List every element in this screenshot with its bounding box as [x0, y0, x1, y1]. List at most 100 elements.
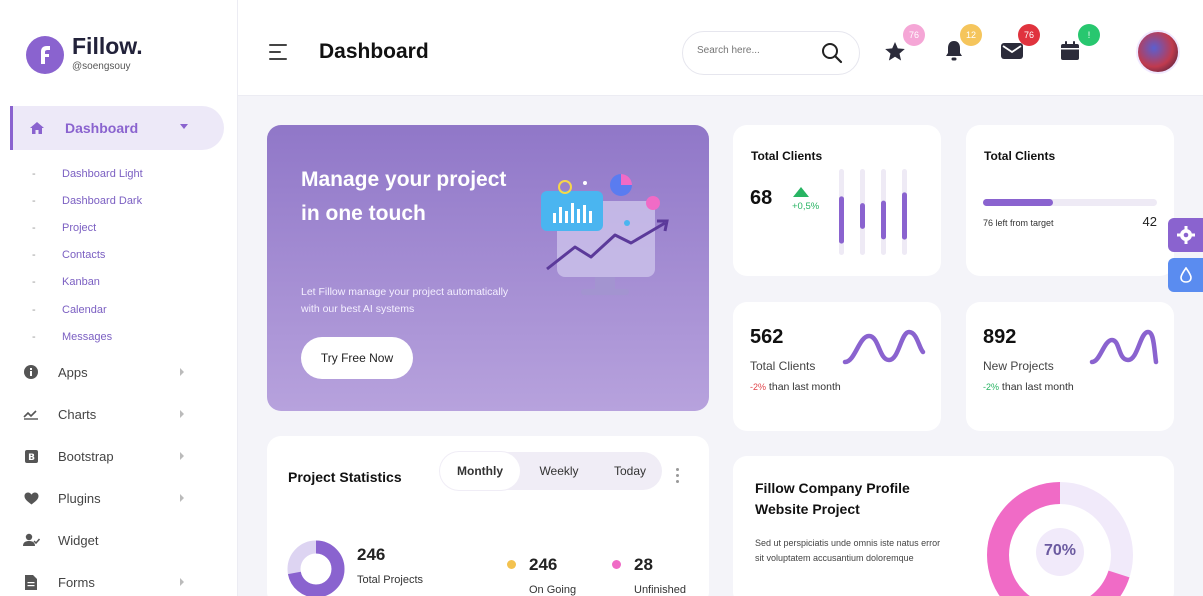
fillow-logo-icon	[26, 36, 64, 74]
file-icon	[22, 573, 40, 591]
gear-icon	[1176, 226, 1195, 244]
menu-toggle-icon[interactable]	[269, 44, 287, 65]
total-clients-card: Total Clients 68 +0,5%	[733, 125, 941, 276]
sidebar-item-dashboard[interactable]: Dashboard	[10, 106, 224, 150]
clients-value: 562	[750, 326, 784, 348]
star-icon[interactable]	[884, 40, 906, 62]
analytics-illustration-icon	[541, 174, 669, 295]
ongoing-label: On Going	[529, 584, 577, 596]
try-free-button[interactable]: Try Free Now	[301, 337, 413, 379]
home-icon	[29, 121, 49, 135]
card-title: Total Clients	[751, 149, 823, 163]
sidebar-item-widget[interactable]: Widget	[22, 519, 222, 561]
bootstrap-icon: B	[22, 447, 40, 465]
sidebar-item-label: Widget	[58, 532, 99, 548]
unfinished-legend-dot	[612, 560, 621, 569]
chevron-right-icon	[180, 452, 184, 460]
clients-label: Total Clients	[750, 359, 816, 373]
clients-change-line: -2% than last month	[750, 381, 841, 393]
sidebar-item-label: Charts	[58, 406, 97, 422]
sidebar-item-apps[interactable]: Apps	[22, 351, 222, 393]
sidebar-item-label: Forms	[58, 574, 95, 590]
submenu-item-dashboard-light[interactable]: - Dashboard Light	[32, 160, 143, 187]
search-icon[interactable]	[821, 42, 843, 69]
total-projects-value: 246	[357, 545, 386, 564]
sidebar-item-label: Apps	[58, 364, 88, 380]
more-options-icon[interactable]	[676, 468, 679, 486]
search-box[interactable]	[682, 31, 860, 75]
favorites-badge: 76	[903, 24, 925, 46]
sidebar-item-label: Bootstrap	[58, 448, 114, 464]
total-clients-value: 68	[750, 187, 773, 209]
project-statistics-title: Project Statistics	[288, 469, 402, 485]
target-value: 42	[1142, 214, 1157, 229]
clients-wave-icon	[842, 329, 926, 365]
theme-button[interactable]	[1168, 258, 1203, 292]
submenu-item-project[interactable]: - Project	[32, 214, 143, 241]
projects-change: -2%	[983, 382, 1000, 392]
tab-today[interactable]: Today	[598, 452, 662, 490]
banner-title: Manage your project in one touch	[301, 168, 507, 225]
user-check-icon	[22, 531, 40, 549]
chevron-right-icon	[180, 494, 184, 502]
sidebar-item-charts[interactable]: Charts	[22, 393, 222, 435]
mini-bar	[860, 203, 865, 229]
total-clients-minichart	[839, 169, 907, 255]
sidebar-item-bootstrap[interactable]: B Bootstrap	[22, 435, 222, 477]
total-clients-change: +0,5%	[792, 201, 820, 212]
submenu-item-calendar[interactable]: - Calendar	[32, 296, 143, 323]
projects-change-line: -2% than last month	[983, 381, 1074, 393]
info-icon	[22, 363, 40, 381]
profile-text: Sed ut perspiciatis unde omnis iste natu…	[755, 538, 941, 563]
mini-bar	[839, 196, 844, 244]
target-progress	[983, 199, 1157, 206]
notifications-badge: 12	[960, 24, 982, 46]
tab-monthly[interactable]: Monthly	[440, 452, 520, 490]
submenu-item-kanban[interactable]: - Kanban	[32, 269, 143, 296]
settings-button[interactable]	[1168, 218, 1203, 252]
projects-card: 892 New Projects -2% than last month	[966, 302, 1174, 431]
mini-bar	[881, 200, 886, 240]
projects-donut	[287, 540, 345, 596]
profile-title: Fillow Company Profile Website Project	[755, 480, 910, 517]
ongoing-value: 246	[529, 555, 558, 574]
trend-up-icon	[793, 187, 809, 197]
brand-handle: @soengsouy	[72, 60, 131, 72]
chevron-down-icon	[180, 124, 188, 129]
unfinished-value: 28	[634, 555, 653, 574]
avatar[interactable]	[1136, 30, 1180, 74]
projects-label: New Projects	[983, 359, 1054, 373]
messages-badge: 76	[1018, 24, 1040, 46]
progress-gauge	[987, 482, 1133, 596]
unfinished-label: Unfinished	[634, 584, 686, 596]
sidebar-nav: Apps Charts B Bootstrap Plugins Widget F…	[22, 351, 222, 596]
sidebar-item-plugins[interactable]: Plugins	[22, 477, 222, 519]
submenu-item-messages[interactable]: - Messages	[32, 323, 143, 350]
chevron-right-icon	[180, 410, 184, 418]
tab-weekly[interactable]: Weekly	[520, 452, 598, 490]
target-card: Total Clients 76 left from target 42	[966, 125, 1174, 276]
bell-icon[interactable]	[943, 40, 965, 62]
submenu-item-contacts[interactable]: - Contacts	[32, 242, 143, 269]
banner-text: Let Fillow manage your project automatic…	[301, 286, 509, 315]
top-header: Dashboard 76 12 76 !	[238, 0, 1203, 96]
calendar-badge: !	[1078, 24, 1100, 46]
period-tabs: Monthly Weekly Today	[440, 452, 662, 490]
sidebar-item-label: Plugins	[58, 490, 101, 506]
brand[interactable]: Fillow. @soengsouy	[26, 30, 143, 74]
mail-icon[interactable]	[1001, 40, 1023, 62]
search-input[interactable]	[697, 45, 817, 56]
submenu-item-dashboard-dark[interactable]: - Dashboard Dark	[32, 187, 143, 214]
heart-icon	[22, 489, 40, 507]
dashboard-submenu: - Dashboard Light - Dashboard Dark - Projec…	[32, 160, 143, 350]
company-profile-card: Fillow Company Profile Website Project S…	[733, 456, 1174, 596]
page-title: Dashboard	[319, 40, 429, 63]
sidebar-item-label: Dashboard	[65, 120, 139, 136]
calendar-icon[interactable]	[1059, 40, 1081, 62]
clients-change: -2%	[750, 382, 767, 392]
droplet-icon	[1179, 267, 1192, 283]
card-title: Total Clients	[984, 149, 1056, 163]
ongoing-legend-dot	[507, 560, 516, 569]
chart-icon	[22, 405, 40, 423]
sidebar-item-forms[interactable]: Forms	[22, 561, 222, 596]
